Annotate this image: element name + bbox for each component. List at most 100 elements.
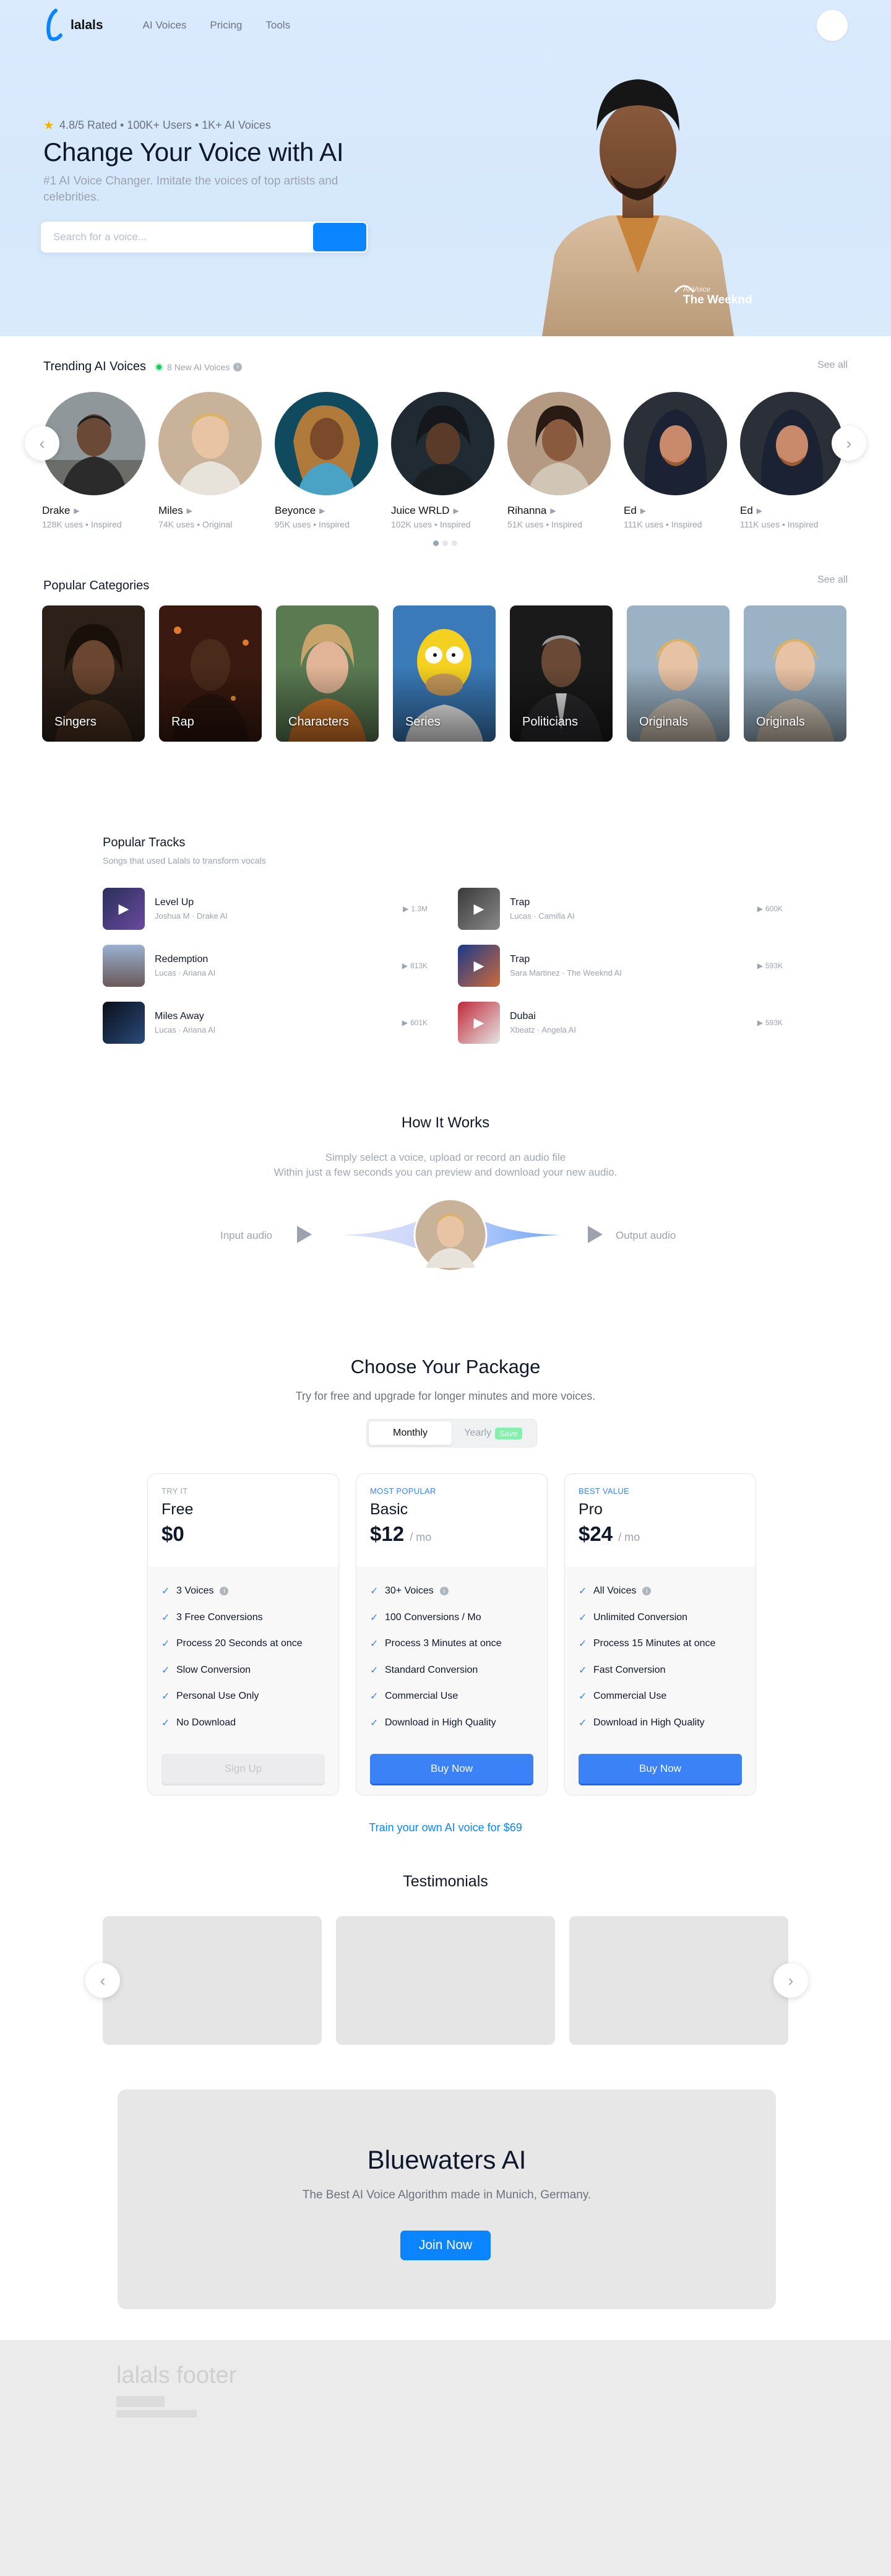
footer: lalals footer: [0, 2340, 891, 2576]
testimonials-next-button[interactable]: ›: [773, 1963, 808, 1998]
nav-link-pricing[interactable]: Pricing: [210, 19, 242, 32]
voice-name: Beyonce: [275, 505, 316, 516]
plan-name: Free: [161, 1501, 194, 1518]
voice-card[interactable]: Miles ▶ 74K uses • Original: [158, 392, 262, 529]
voice-carousel: Drake ▶ 128K uses • Inspired Miles ▶ 74K u…: [42, 392, 843, 529]
footer-placeholder-bar: [116, 2410, 197, 2418]
track-cover: [103, 945, 145, 987]
voice-card[interactable]: Ed ▶ 111K uses • Inspired: [740, 392, 843, 529]
track-play-count: 1.3M: [411, 904, 428, 913]
hero-subtitle: #1 AI Voice Changer. Imitate the voices …: [43, 175, 338, 204]
search-button[interactable]: [313, 223, 366, 251]
category-shade: [393, 667, 496, 742]
play-icon[interactable]: ▶: [550, 506, 556, 515]
info-icon[interactable]: i: [233, 362, 243, 371]
feature: No Download: [176, 1717, 236, 1728]
toggle-yearly[interactable]: Yearly Save: [452, 1421, 535, 1445]
track-row[interactable]: ▶ Level Up Joshua M · Drake AI ▶ 1.3M: [103, 888, 428, 930]
voice-card[interactable]: Rihanna ▶ 51K uses • Inspired: [507, 392, 611, 529]
category-card[interactable]: Characters: [276, 605, 379, 742]
live-dot-icon: [155, 362, 164, 371]
play-icon[interactable]: ▶: [453, 506, 458, 515]
category-label: Rap: [171, 715, 194, 729]
carousel-next-button[interactable]: ›: [832, 426, 866, 461]
buy-basic-button[interactable]: Buy Now: [370, 1754, 533, 1784]
info-icon[interactable]: i: [220, 1587, 229, 1596]
play-icon[interactable]: ▶: [458, 945, 500, 987]
buy-pro-button[interactable]: Buy Now: [579, 1754, 742, 1784]
hero-voice-tag: AI Voice The Weeknd: [683, 285, 752, 307]
voice-card[interactable]: Drake ▶ 128K uses • Inspired: [42, 392, 145, 529]
category-card[interactable]: Singers: [42, 605, 145, 742]
category-card[interactable]: Series: [393, 605, 496, 742]
play-icon[interactable]: ▶: [187, 506, 192, 515]
category-shade: [42, 667, 145, 742]
voice-card[interactable]: Ed ▶ 111K uses • Inspired: [624, 392, 727, 529]
chevron-right-icon: ›: [846, 433, 852, 453]
join-now-button[interactable]: Join Now: [400, 2231, 491, 2260]
play-icon[interactable]: ▶: [74, 506, 79, 515]
category-label: Characters: [288, 715, 349, 729]
carousel-dot[interactable]: [442, 540, 448, 546]
check-icon: ✓: [370, 1612, 379, 1623]
play-count-icon: ▶: [757, 904, 763, 913]
track-row[interactable]: Redemption Lucas · Ariana AI ▶ 813K: [103, 945, 428, 987]
carousel-prev-button[interactable]: ‹: [25, 426, 59, 461]
check-icon: ✓: [161, 1612, 170, 1623]
play-icon[interactable]: ▶: [319, 506, 325, 515]
testimonials-section: Testimonials ‹ ›: [0, 1873, 891, 2058]
category-card[interactable]: Originals: [744, 605, 846, 742]
play-icon[interactable]: ▶: [640, 506, 646, 515]
voice-card[interactable]: Beyonce ▶ 95K uses • Inspired: [275, 392, 378, 529]
info-icon[interactable]: i: [439, 1587, 449, 1596]
track-plays: ▶ 1.3M: [403, 904, 428, 913]
chevron-right-icon: ›: [788, 1971, 794, 1990]
category-card[interactable]: Politicians: [510, 605, 613, 742]
trending-see-all[interactable]: See all: [817, 360, 848, 371]
feature: Process 15 Minutes at once: [593, 1638, 716, 1649]
categories-see-all[interactable]: See all: [817, 575, 848, 586]
check-icon: ✓: [370, 1665, 379, 1676]
feature: Download in High Quality: [385, 1717, 496, 1728]
check-icon: ✓: [161, 1639, 170, 1650]
play-icon[interactable]: ▶: [458, 1002, 500, 1044]
input-play-icon[interactable]: [297, 1226, 312, 1243]
track-row[interactable]: ▶ Trap Lucas · Camilla AI ▶ 600K: [458, 888, 783, 930]
track-title: Miles Away: [155, 1011, 204, 1021]
category-card[interactable]: Originals: [627, 605, 730, 742]
cta-banner: Bluewaters AI The Best AI Voice Algorith…: [118, 2089, 776, 2309]
toggle-monthly[interactable]: Monthly: [369, 1421, 452, 1445]
check-icon: ✓: [161, 1717, 170, 1728]
user-avatar[interactable]: [817, 10, 848, 41]
track-row[interactable]: ▶ Dubai Xbeatz · Angela AI ▶ 593K: [458, 1002, 783, 1044]
track-artist: Lucas · Ariana AI: [155, 1025, 216, 1034]
nav-link-ai-voices[interactable]: AI Voices: [143, 19, 187, 32]
voice-name: Rihanna: [507, 505, 547, 516]
testimonials-prev-button[interactable]: ‹: [85, 1963, 120, 1998]
check-icon: ✓: [579, 1691, 587, 1702]
sign-up-button[interactable]: Sign Up: [161, 1754, 325, 1784]
nav-link-tools[interactable]: Tools: [265, 19, 290, 32]
play-icon[interactable]: ▶: [103, 888, 145, 930]
train-voice-link[interactable]: Train your own AI voice for $69: [0, 1821, 891, 1834]
track-row[interactable]: Miles Away Lucas · Ariana AI ▶ 601K: [103, 1002, 428, 1044]
track-row[interactable]: ▶ Trap Sara Martinez · The Weeknd AI ▶ 593…: [458, 945, 783, 987]
voice-search-input[interactable]: [41, 222, 313, 253]
category-label: Singers: [54, 715, 97, 729]
info-icon[interactable]: i: [642, 1587, 652, 1596]
play-icon[interactable]: ▶: [757, 506, 762, 515]
voice-card[interactable]: Juice WRLD ▶ 102K uses • Inspired: [391, 392, 494, 529]
carousel-dot[interactable]: [452, 540, 457, 546]
hero-rating: ★ 4.8/5 Rated • 100K+ Users • 1K+ AI Voi…: [43, 118, 271, 133]
plan-card-pro: BEST VALUE Pro $24 / mo ✓ All Voices i ✓ Un…: [564, 1473, 756, 1795]
voice-name: Ed: [624, 505, 637, 516]
category-card[interactable]: Rap: [159, 605, 262, 742]
logo[interactable]: lalals: [43, 8, 103, 43]
carousel-dot[interactable]: [433, 540, 439, 546]
track-play-count: 593K: [765, 1018, 783, 1027]
output-play-icon[interactable]: [588, 1226, 603, 1243]
track-artist: Sara Martinez · The Weeknd AI: [510, 968, 622, 978]
play-count-icon: ▶: [757, 1018, 763, 1027]
testimonial-card: [336, 1916, 555, 2045]
play-icon[interactable]: ▶: [458, 888, 500, 930]
